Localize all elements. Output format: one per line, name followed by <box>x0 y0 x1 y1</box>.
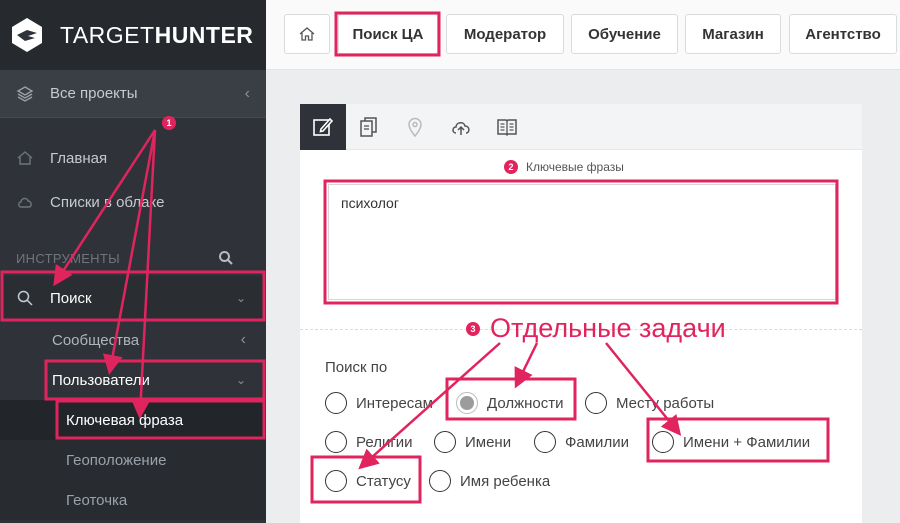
radio-label: Должности <box>487 394 564 412</box>
radio-label: Фамилии <box>565 433 629 451</box>
sidebar-item-cloud-lists[interactable]: Списки в облаке <box>0 180 266 224</box>
radio-option-child-name[interactable]: Имя ребенка <box>429 470 550 492</box>
tab-book[interactable] <box>484 104 530 150</box>
radio-option-status[interactable]: Статусу <box>325 470 411 492</box>
sidebar: TARGETHUNTER Все проекты ‹ Главная Списк… <box>0 0 266 523</box>
keywords-label: Ключевые фразы <box>526 160 624 174</box>
home-icon <box>299 27 315 41</box>
tab-moderator[interactable]: Модератор <box>446 14 564 54</box>
sidebar-item-label: Геоточка <box>66 491 128 509</box>
home-icon <box>17 151 33 165</box>
search-icon <box>17 290 33 306</box>
sidebar-item-label: Главная <box>50 149 108 167</box>
layers-icon <box>16 85 34 102</box>
sidebar-item-label: Сообщества <box>52 331 140 349</box>
sidebar-item-communities[interactable]: Сообщества ‹ <box>0 320 266 360</box>
radio-label: Имени <box>465 433 512 451</box>
logo-icon <box>12 18 42 52</box>
chevron-down-icon: ⌄ <box>235 373 246 387</box>
radio-label: Имя ребенка <box>460 472 551 490</box>
radio-button[interactable] <box>585 392 607 414</box>
sidebar-item-label: Списки в облаке <box>50 193 165 211</box>
radio-button[interactable] <box>652 431 674 453</box>
annotation-separate-tasks: Отдельные задачи <box>490 313 726 343</box>
book-icon <box>497 119 517 137</box>
radio-button[interactable] <box>325 431 347 453</box>
radio-button[interactable] <box>325 392 347 414</box>
radio-button[interactable] <box>429 470 451 492</box>
top-navigation: Поиск ЦА Модератор Обучение Магазин Аген… <box>266 0 900 70</box>
sidebar-item-users[interactable]: Пользователи ⌄ <box>0 360 266 400</box>
radio-button[interactable] <box>534 431 556 453</box>
radio-label: Статусу <box>356 472 411 490</box>
sidebar-item-home[interactable]: Главная <box>0 136 266 180</box>
chevron-down-icon: ⌄ <box>235 291 246 305</box>
home-button[interactable] <box>284 14 330 54</box>
chevron-left-icon: ‹ <box>240 331 246 348</box>
sidebar-item-label: Геоположение <box>66 451 167 469</box>
all-projects-item[interactable]: Все проекты ‹ <box>0 70 266 118</box>
keywords-textarea[interactable]: психолог <box>328 184 836 300</box>
map-pin-icon <box>408 117 422 138</box>
radio-option-religion[interactable]: Религии <box>325 431 413 453</box>
tab-training[interactable]: Обучение <box>571 14 678 54</box>
radio-option-position[interactable]: Должности <box>456 392 564 414</box>
radio-option-first-name[interactable]: Имени <box>434 431 511 453</box>
tab-audience-search[interactable]: Поиск ЦА <box>338 14 438 54</box>
tools-header-label: ИНСТРУМЕНТЫ <box>16 250 120 266</box>
radio-option-full-name[interactable]: Имени + Фамилии <box>652 431 810 453</box>
sidebar-item-search[interactable]: Поиск ⌄ <box>0 276 266 320</box>
edit-icon <box>313 117 334 136</box>
radio-label: Религии <box>356 433 413 451</box>
radio-button[interactable] <box>325 470 347 492</box>
search-icon[interactable] <box>218 250 234 266</box>
tab-copy[interactable] <box>346 104 392 150</box>
tab-shop[interactable]: Магазин <box>685 14 781 54</box>
radio-label: Месту работы <box>616 394 715 412</box>
radio-button[interactable] <box>434 431 456 453</box>
radio-label: Интересам <box>356 394 433 412</box>
tab-agency[interactable]: Агентство <box>789 14 897 54</box>
radio-button-selected[interactable] <box>456 392 478 414</box>
search-by-label: Поиск по <box>325 359 388 376</box>
sidebar-item-geopoint[interactable]: Геоточка <box>0 480 266 520</box>
annotation-marker-1: 1 <box>162 116 176 130</box>
copy-icon <box>360 117 377 137</box>
tools-section-header: ИНСТРУМЕНТЫ <box>0 240 266 276</box>
cloud-upload-icon <box>452 122 470 135</box>
logo[interactable]: TARGETHUNTER <box>0 0 266 70</box>
brand-name-part1: TARGET <box>60 21 155 48</box>
annotation-marker-3: 3 <box>466 322 480 336</box>
sidebar-item-label: Поиск <box>50 289 92 307</box>
tab-edit[interactable] <box>300 104 346 150</box>
radio-label: Имени + Фамилии <box>683 433 811 451</box>
mode-tabs <box>300 104 862 150</box>
sidebar-item-geolocation[interactable]: Геоположение <box>0 440 266 480</box>
sidebar-item-label: Пользователи <box>52 371 150 389</box>
brand-name-part2: HUNTER <box>154 21 254 48</box>
tab-location[interactable] <box>392 104 438 150</box>
all-projects-label: Все проекты <box>50 85 138 102</box>
sidebar-item-keyword-phrase[interactable]: Ключевая фраза <box>0 400 266 440</box>
chevron-left-icon: ‹ <box>244 84 250 102</box>
radio-option-interests[interactable]: Интересам <box>325 392 433 414</box>
radio-option-last-name[interactable]: Фамилии <box>534 431 629 453</box>
cloud-icon <box>18 197 32 208</box>
tab-upload[interactable] <box>438 104 484 150</box>
sidebar-item-label: Ключевая фраза <box>66 411 184 429</box>
annotation-marker-2: 2 <box>504 160 518 174</box>
radio-option-workplace[interactable]: Месту работы <box>585 392 714 414</box>
